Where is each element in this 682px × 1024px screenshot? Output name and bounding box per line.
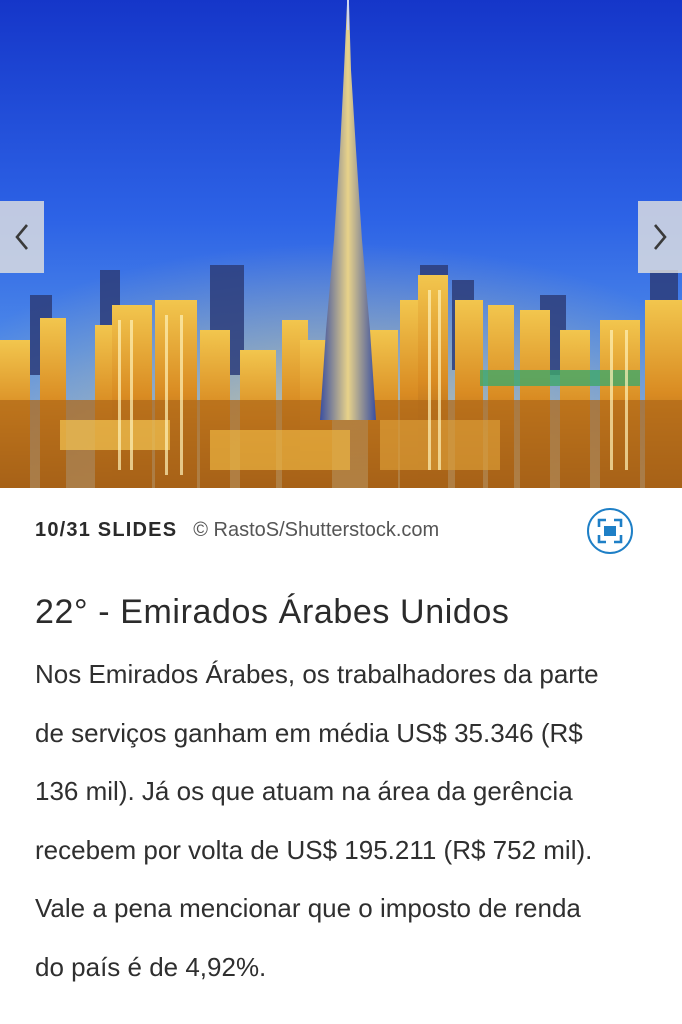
slide-counter: 10/31 SLIDES — [35, 518, 178, 541]
fullscreen-icon — [597, 518, 623, 544]
slide-title: 22° - Emirados Árabes Unidos — [35, 593, 510, 631]
photo-credit: © RastoS/Shutterstock.com — [193, 518, 440, 541]
fullscreen-button[interactable] — [587, 508, 633, 554]
slide-caption-bar: 10/31 SLIDES © RastoS/Shutterstock.com — [35, 512, 645, 548]
slide-image — [0, 0, 682, 488]
next-slide-button[interactable] — [638, 201, 682, 273]
previous-slide-button[interactable] — [0, 201, 44, 273]
slide-description: Nos Emirados Árabes, os trabalhadores da… — [35, 659, 599, 982]
chevron-right-icon — [654, 224, 667, 250]
chevron-left-icon — [15, 224, 28, 250]
